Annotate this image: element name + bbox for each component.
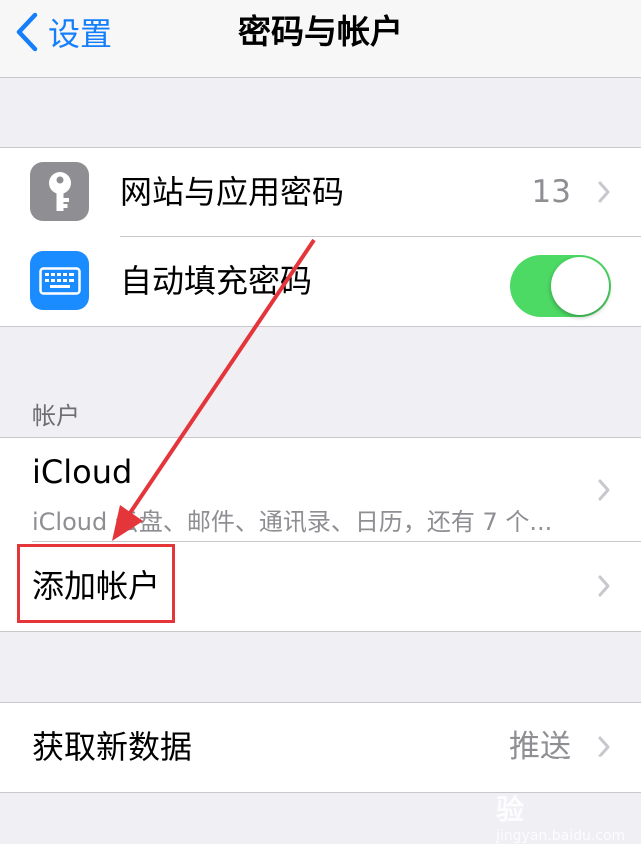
keyboard-icon (30, 251, 89, 310)
chevron-right-icon (598, 181, 610, 203)
autofill-passwords-row: 自动填充密码 (0, 237, 641, 326)
key-icon (30, 162, 89, 221)
chevron-right-icon (598, 575, 610, 597)
navigation-bar: 设置 密码与帐户 (0, 0, 641, 78)
icloud-label: iCloud (32, 453, 133, 491)
section-header-accounts: 帐户 (32, 402, 80, 430)
row-label: 网站与应用密码 (120, 173, 345, 211)
watermark-brand: Baidu经验 (496, 753, 614, 826)
page-title: 密码与帐户 (238, 12, 403, 51)
password-count: 13 (531, 174, 571, 210)
annotation-highlight-box (17, 544, 175, 623)
website-app-passwords-row[interactable]: 网站与应用密码 13 (0, 148, 641, 237)
passwords-group: 网站与应用密码 13 自动填充密码 (0, 147, 641, 327)
autofill-toggle[interactable] (510, 255, 611, 317)
icloud-subtitle: iCloud 云盘、邮件、通讯录、日历，还有 7 个... (32, 508, 553, 536)
baidu-watermark: Baidu经验 jingyan.baidu.com (496, 748, 641, 844)
fetch-label: 获取新数据 (32, 728, 193, 766)
row-label: 自动填充密码 (120, 262, 313, 300)
chevron-right-icon (598, 479, 610, 501)
toggle-knob (551, 257, 609, 315)
watermark-url: jingyan.baidu.com (496, 828, 626, 844)
